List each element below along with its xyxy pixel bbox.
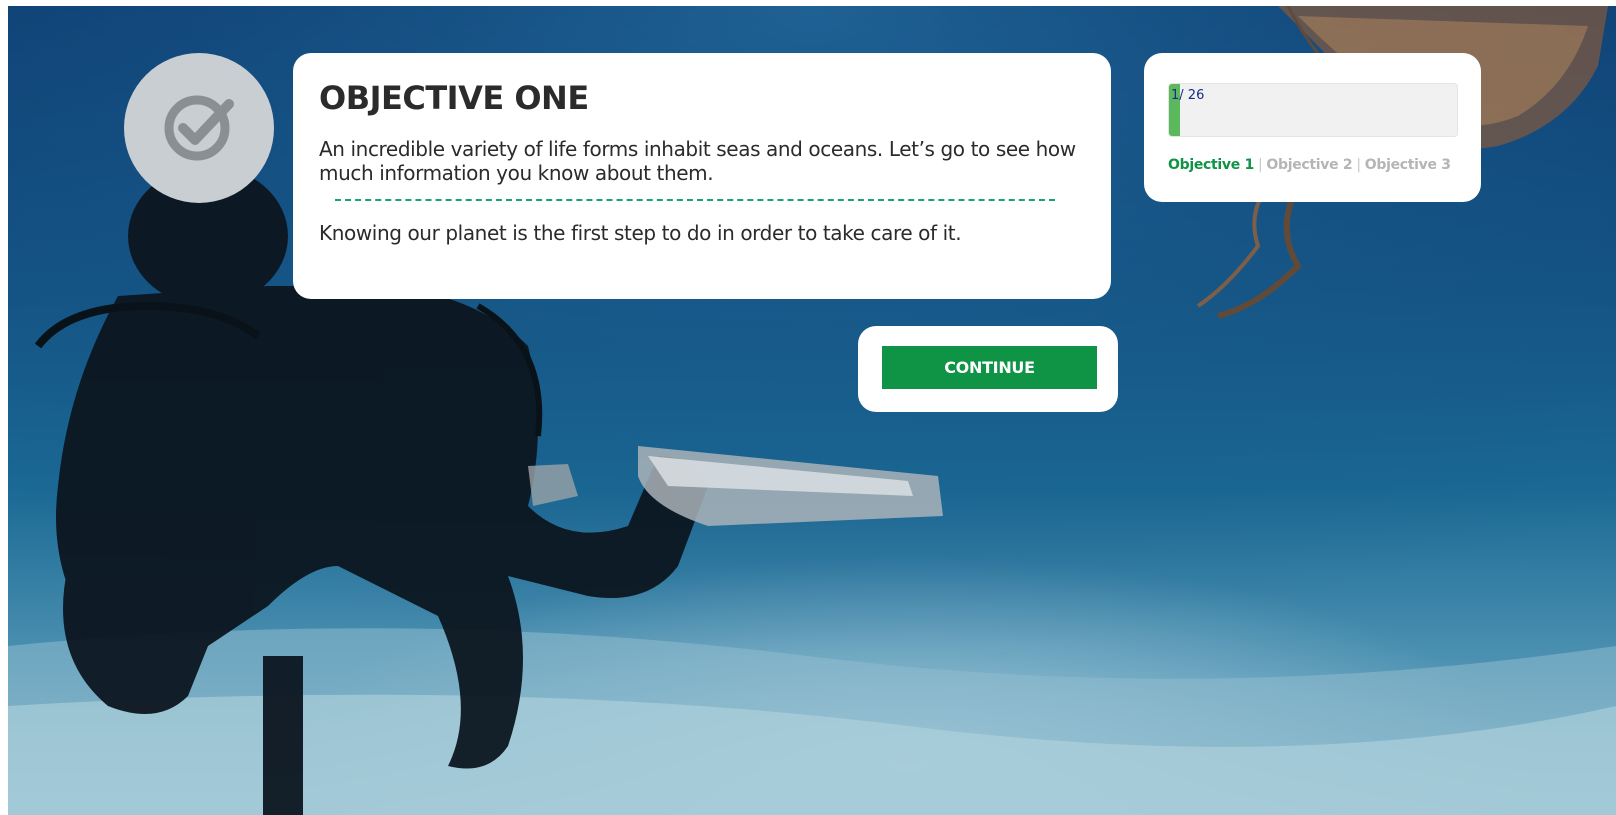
objective-tagline: Knowing our planet is the first step to …	[319, 221, 962, 245]
progress-card: 1/ 26 Objective 1 | Objective 2 | Objective …	[1144, 53, 1481, 202]
dashed-divider	[335, 199, 1055, 201]
objectives-nav: Objective 1 | Objective 2 | Objective 3	[1168, 157, 1451, 173]
background-scene: OBJECTIVE ONE An incredible variety of l…	[8, 6, 1616, 815]
progress-bar: 1/ 26	[1168, 83, 1458, 137]
objective-card: OBJECTIVE ONE An incredible variety of l…	[293, 53, 1111, 299]
objectives-separator: |	[1257, 157, 1263, 173]
objectives-separator: |	[1356, 157, 1361, 173]
objective-2-link[interactable]: Objective 2	[1266, 157, 1352, 173]
objective-description: An incredible variety of life forms inha…	[319, 137, 1076, 185]
objective-1-link[interactable]: Objective 1	[1168, 157, 1254, 173]
progress-counter: 1/ 26	[1171, 88, 1204, 103]
objective-badge	[124, 53, 274, 203]
check-circle-icon	[157, 84, 241, 173]
continue-button[interactable]: CONTINUE	[882, 346, 1097, 389]
progress-total: / 26	[1179, 88, 1205, 103]
continue-panel: CONTINUE	[858, 326, 1118, 412]
objective-title: OBJECTIVE ONE	[319, 79, 589, 117]
objective-3-link[interactable]: Objective 3	[1365, 157, 1451, 173]
